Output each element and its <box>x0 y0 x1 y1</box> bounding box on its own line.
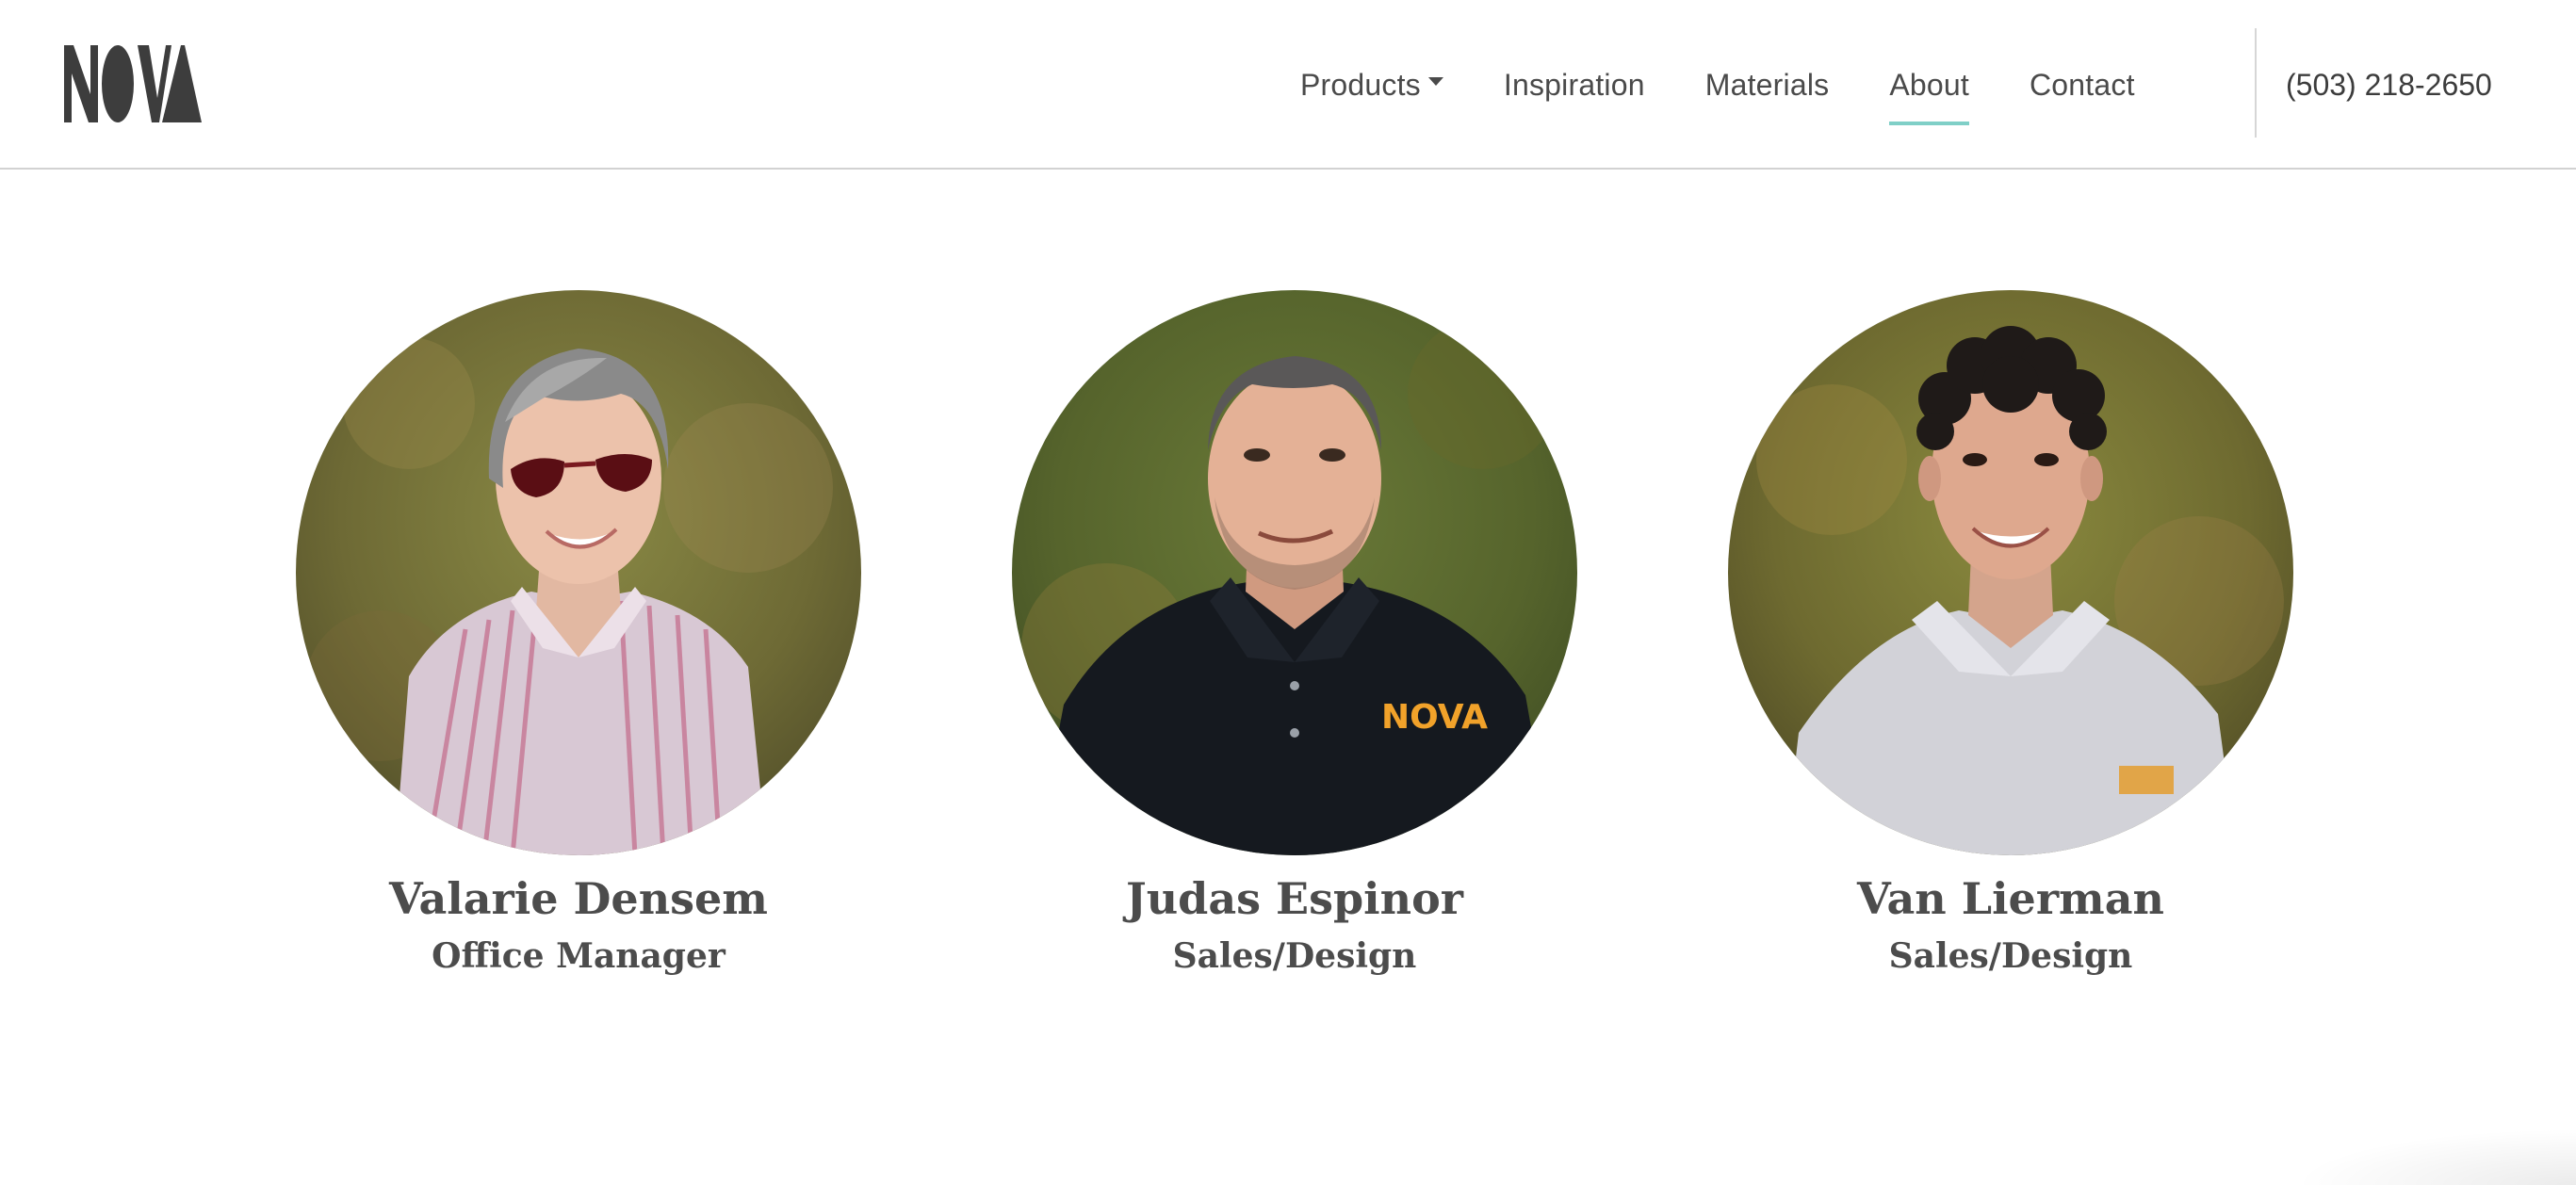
chevron-down-icon <box>1427 76 1443 86</box>
main-nav: Products Inspiration Materials About Con… <box>1300 0 2135 170</box>
nav-inspiration[interactable]: Inspiration <box>1504 0 1645 170</box>
team-section: Valarie Densem Office Manager NOVA Judas… <box>0 170 2576 1185</box>
active-nav-underline <box>1889 122 1969 125</box>
nav-materials[interactable]: Materials <box>1705 0 1830 170</box>
nav-contact[interactable]: Contact <box>2030 0 2135 170</box>
member-name: Judas Espinor <box>1125 873 1464 924</box>
phone-number: (503) 218-2650 <box>2286 67 2492 102</box>
nova-logo-mark <box>64 45 202 122</box>
member-name: Valarie Densem <box>389 873 768 924</box>
nav-materials-label: Materials <box>1704 67 1830 102</box>
team-member-photo <box>296 290 861 855</box>
site-header: Products Inspiration Materials About Con… <box>0 0 2576 170</box>
nav-divider <box>2255 28 2257 138</box>
team-member-photo <box>1728 290 2293 855</box>
team-member-card: NOVA Judas Espinor Sales/Design <box>1012 290 1577 980</box>
team-member-photo: NOVA <box>1012 290 1577 855</box>
nav-products[interactable]: Products <box>1300 0 1443 170</box>
nav-about-label: About <box>1889 67 1969 102</box>
shirt-logo-text: NOVA <box>1381 698 1488 737</box>
corner-shadow <box>2293 1128 2576 1185</box>
nav-inspiration-label: Inspiration <box>1503 67 1645 102</box>
team-member-card: Valarie Densem Office Manager <box>296 290 861 980</box>
member-role: Sales/Design <box>1172 936 1417 976</box>
nav-contact-label: Contact <box>2029 67 2135 102</box>
member-name: Van Lierman <box>1857 873 2164 924</box>
nav-products-label: Products <box>1300 67 1421 102</box>
member-role: Office Manager <box>432 936 726 976</box>
nav-about[interactable]: About <box>1889 0 1969 170</box>
member-role: Sales/Design <box>1888 936 2133 976</box>
nova-logo[interactable] <box>64 45 202 122</box>
phone-link[interactable]: (503) 218-2650 <box>2286 0 2492 170</box>
team-member-card: Van Lierman Sales/Design <box>1728 290 2293 980</box>
